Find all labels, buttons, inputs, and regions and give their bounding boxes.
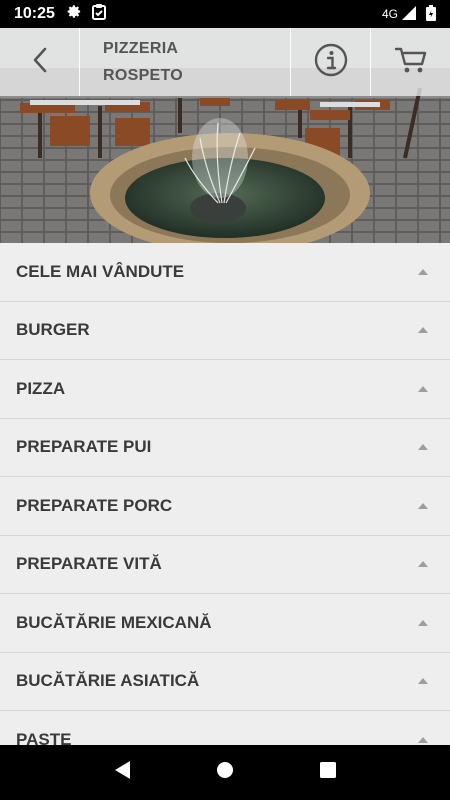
- back-icon: [31, 47, 49, 78]
- category-item[interactable]: PREPARATE VITĂ: [0, 536, 450, 594]
- expand-caret-icon: [418, 736, 428, 743]
- restaurant-title: PIZZERIA ROSPETO: [80, 28, 290, 96]
- battery-icon: [426, 4, 436, 24]
- category-list: CELE MAI VÂNDUTE BURGER PIZZA PREPARATE …: [0, 243, 450, 745]
- status-time: 10:25: [14, 5, 55, 22]
- signal-icon: [402, 5, 416, 23]
- category-label: PREPARATE PUI: [16, 437, 152, 457]
- category-label: PREPARATE PORC: [16, 495, 173, 515]
- title-line-1: PIZZERIA: [103, 40, 179, 57]
- nav-home-icon: [216, 761, 234, 784]
- nav-recents-button[interactable]: [308, 753, 348, 793]
- cart-icon: [394, 45, 428, 80]
- category-label: CELE MAI VÂNDUTE: [16, 261, 185, 281]
- category-item[interactable]: BUCĂTĂRIE MEXICANĂ: [0, 594, 450, 653]
- expand-caret-icon: [418, 268, 428, 275]
- expand-caret-icon: [418, 678, 428, 685]
- nav-recents-icon: [320, 762, 337, 783]
- category-label: PREPARATE VITĂ: [16, 554, 162, 574]
- app-header: PIZZERIA ROSPETO: [0, 28, 450, 96]
- title-line-2: ROSPETO: [103, 67, 184, 84]
- nav-back-button[interactable]: [102, 753, 142, 793]
- cart-button[interactable]: [370, 28, 450, 96]
- category-label: PASTE: [16, 729, 72, 745]
- info-button[interactable]: [290, 28, 370, 96]
- category-label: PIZZA: [16, 378, 66, 398]
- expand-caret-icon: [418, 385, 428, 392]
- category-label: BURGER: [16, 320, 90, 340]
- category-item[interactable]: PREPARATE PORC: [0, 477, 450, 536]
- system-nav-bar: [0, 745, 450, 800]
- expand-caret-icon: [418, 502, 428, 509]
- category-item[interactable]: PREPARATE PUI: [0, 419, 450, 477]
- expand-caret-icon: [418, 619, 428, 626]
- nav-home-button[interactable]: [205, 753, 245, 793]
- category-item[interactable]: BUCĂTĂRIE ASIATICĂ: [0, 653, 450, 711]
- category-item[interactable]: BURGER: [0, 302, 450, 360]
- category-label: BUCĂTĂRIE MEXICANĂ: [16, 612, 212, 632]
- category-label: BUCĂTĂRIE ASIATICĂ: [16, 671, 200, 691]
- clipboard-icon: [91, 3, 106, 25]
- gear-icon: [67, 4, 82, 24]
- category-item[interactable]: PASTE: [0, 711, 450, 745]
- nav-back-icon: [113, 760, 131, 785]
- category-item[interactable]: CELE MAI VÂNDUTE: [0, 243, 450, 302]
- expand-caret-icon: [418, 561, 428, 568]
- back-button[interactable]: [0, 28, 80, 96]
- expand-caret-icon: [418, 327, 428, 334]
- status-bar: 10:25 4G: [0, 0, 450, 28]
- expand-caret-icon: [418, 444, 428, 451]
- info-icon: [314, 43, 348, 82]
- network-type: 4G: [381, 7, 398, 21]
- category-item[interactable]: PIZZA: [0, 360, 450, 419]
